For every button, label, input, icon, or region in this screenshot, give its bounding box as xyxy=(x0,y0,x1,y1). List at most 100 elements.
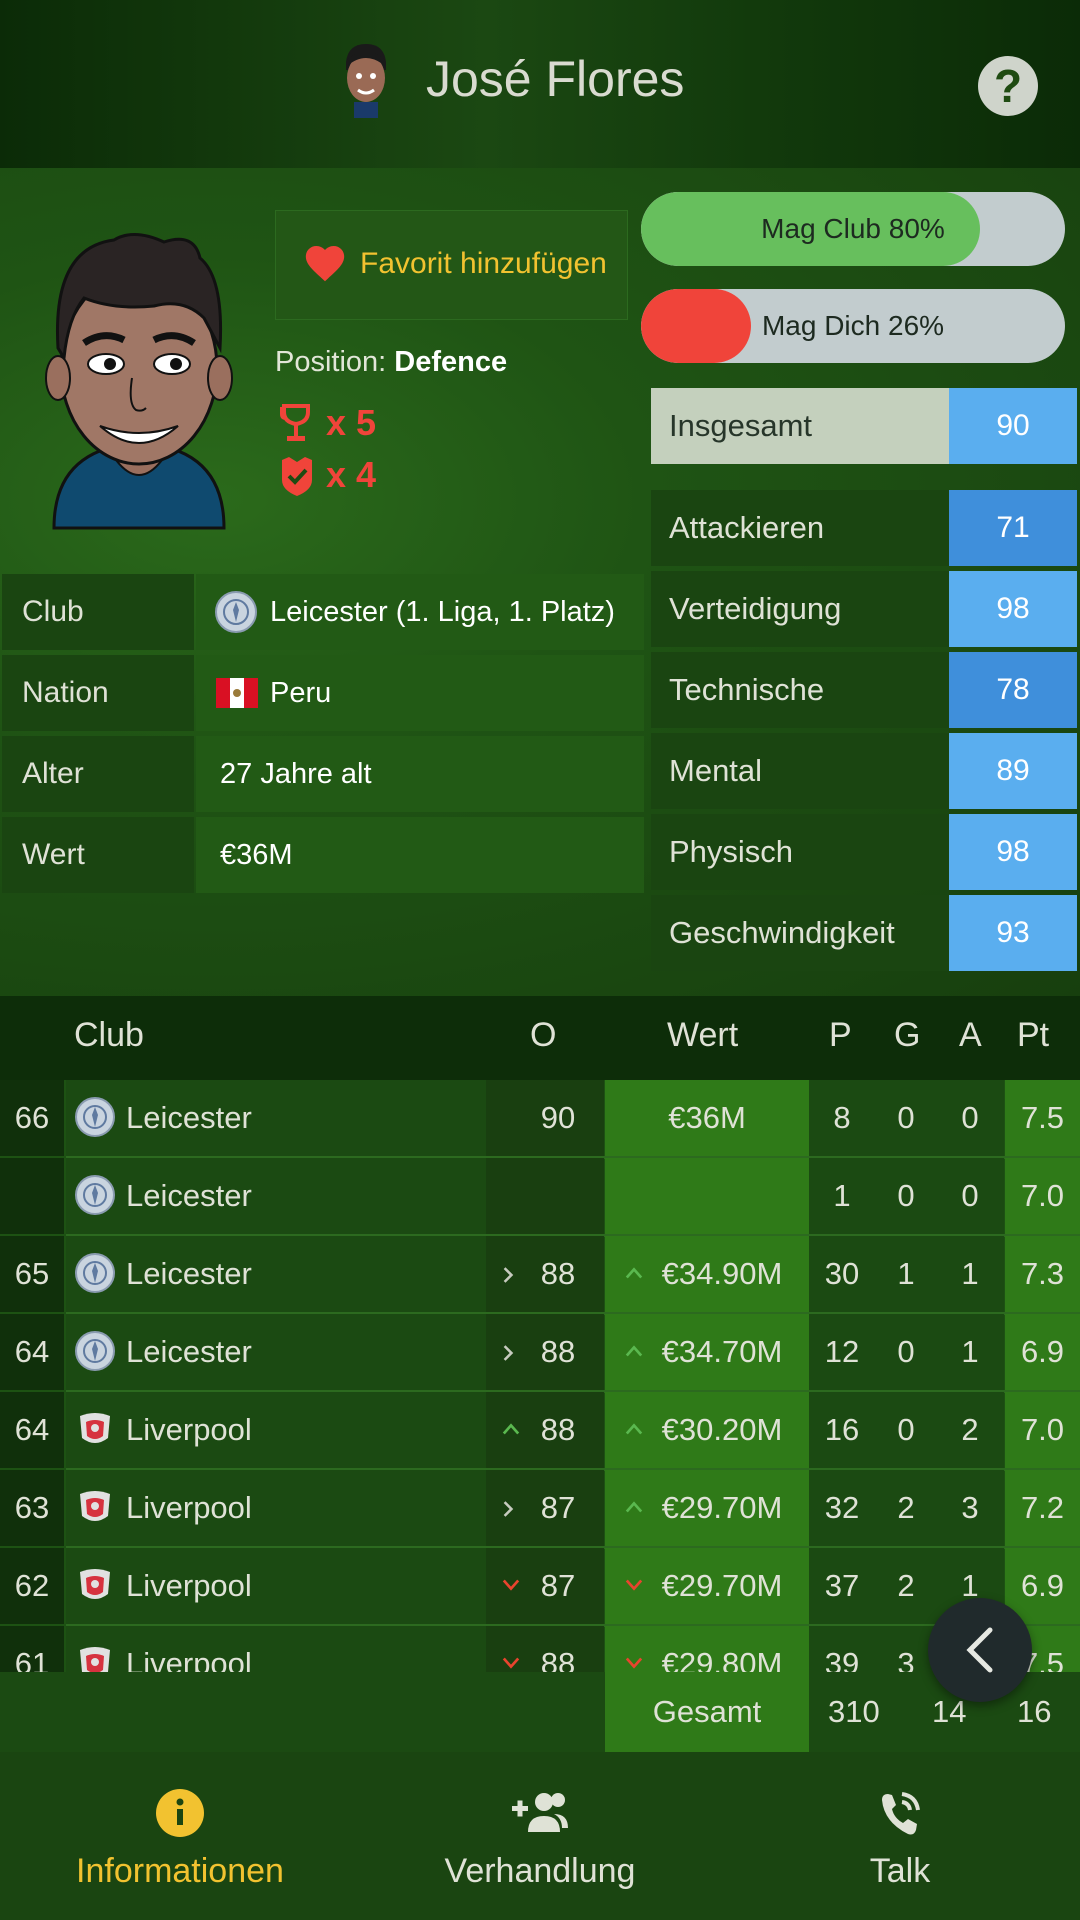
table-row[interactable]: 65 Leicester 88 €34.90M 30 1 1 7.3 xyxy=(0,1236,1080,1312)
stat-physical: Physisch 98 xyxy=(651,814,1077,890)
info-value-nation: Peru xyxy=(196,655,644,731)
stat-value: 71 xyxy=(949,490,1077,566)
row-points: 7.5 xyxy=(1005,1080,1080,1156)
row-season xyxy=(0,1158,64,1234)
row-overall: 88 xyxy=(540,1412,576,1447)
career-table[interactable]: Club O Wert P G A Pt 66 Leicester 90 €36M 8 0… xyxy=(0,996,1080,1752)
player-avatar xyxy=(45,233,233,530)
stat-label: Physisch xyxy=(651,814,949,890)
info-key: Nation xyxy=(2,655,194,731)
liverpool-crest-icon xyxy=(80,1413,110,1443)
row-stats-cell: 12 0 1 xyxy=(809,1314,1004,1390)
stat-label: Verteidigung xyxy=(651,571,949,647)
row-club-cell: Leicester xyxy=(66,1158,486,1234)
row-assists: 3 xyxy=(961,1490,979,1525)
info-value-age: 27 Jahre alt xyxy=(196,736,644,812)
info-row-age: Alter 27 Jahre alt xyxy=(2,736,644,812)
row-goals: 0 xyxy=(897,1178,915,1213)
row-club: Liverpool xyxy=(126,1568,252,1603)
col-value: Wert xyxy=(667,1016,739,1054)
row-goals: 0 xyxy=(897,1412,915,1447)
table-row[interactable]: 62 Liverpool 87 €29.70M 37 2 1 6.9 xyxy=(0,1548,1080,1624)
you-likes-bar: Mag Dich 26% xyxy=(641,289,1065,363)
nav-item-informationen[interactable]: Informationen xyxy=(0,1752,360,1920)
position-label: Position: xyxy=(275,346,387,378)
row-club-cell: Liverpool xyxy=(66,1470,486,1546)
row-points: 6.9 xyxy=(1005,1314,1080,1390)
row-value-cell: €34.90M xyxy=(605,1236,809,1312)
row-stats-cell: 8 0 0 xyxy=(809,1080,1004,1156)
row-club: Leicester xyxy=(126,1256,252,1291)
liverpool-crest-icon xyxy=(80,1491,110,1521)
leicester-crest-icon xyxy=(75,1175,115,1215)
row-overall: 88 xyxy=(540,1256,576,1291)
player-name-title: José Flores xyxy=(426,51,685,107)
value-trend-icon xyxy=(625,1344,643,1363)
table-row[interactable]: 64 Leicester 88 €34.70M 12 0 1 6.9 xyxy=(0,1314,1080,1390)
info-icon xyxy=(156,1789,204,1837)
row-overall-cell: 87 xyxy=(486,1548,604,1624)
trophies-count: x 5 xyxy=(326,402,377,443)
row-goals: 0 xyxy=(897,1100,915,1135)
value-trend-icon xyxy=(625,1422,643,1441)
col-points: Pt xyxy=(1017,1016,1050,1054)
header-bar: José Flores ? xyxy=(0,0,1080,168)
stat-label: Technische xyxy=(651,652,949,728)
player-avatar-small xyxy=(346,44,386,118)
row-overall: 90 xyxy=(540,1100,576,1135)
row-goals: 2 xyxy=(897,1490,915,1525)
col-assists: A xyxy=(959,1016,982,1054)
row-club-cell: Leicester xyxy=(66,1080,486,1156)
liverpool-crest-icon xyxy=(80,1569,110,1599)
stat-label: Insgesamt xyxy=(651,388,949,464)
table-row[interactable]: 63 Liverpool 87 €29.70M 32 2 3 7.2 xyxy=(0,1470,1080,1546)
nav-label: Verhandlung xyxy=(444,1852,636,1890)
overall-trend-icon xyxy=(502,1344,514,1367)
info-value-text: Peru xyxy=(270,677,332,709)
info-key: Club xyxy=(2,574,194,650)
info-row-nation: Nation Peru xyxy=(2,655,644,731)
stat-attack: Attackieren 71 xyxy=(651,490,1077,566)
info-value-worth: €36M xyxy=(196,817,644,893)
col-overall: O xyxy=(530,1016,557,1054)
overall-trend-icon xyxy=(502,1422,520,1441)
info-value-club[interactable]: Leicester (1. Liga, 1. Platz) xyxy=(196,574,644,650)
row-assists: 1 xyxy=(961,1256,979,1291)
chevron-left-icon xyxy=(966,1627,993,1673)
peru-flag-icon xyxy=(216,678,258,708)
club-likes-label: Mag Club 80% xyxy=(761,213,945,244)
row-club: Leicester xyxy=(126,1100,252,1135)
row-value: €30.20M xyxy=(661,1412,783,1447)
table-row[interactable]: Leicester 1 0 0 7.0 xyxy=(0,1158,1080,1234)
nav-item-talk[interactable]: Talk xyxy=(720,1752,1080,1920)
stat-value: 78 xyxy=(949,652,1077,728)
row-season: 63 xyxy=(0,1470,64,1546)
table-row[interactable]: 66 Leicester 90 €36M 8 0 0 7.5 xyxy=(0,1080,1080,1156)
row-played: 32 xyxy=(824,1490,860,1525)
nav-item-verhandlung[interactable]: Verhandlung xyxy=(360,1752,720,1920)
row-played: 1 xyxy=(833,1178,851,1213)
info-row-value: Wert €36M xyxy=(2,817,644,893)
nav-label: Talk xyxy=(869,1852,931,1890)
help-icon[interactable]: ? xyxy=(978,56,1038,116)
table-row[interactable]: 64 Liverpool 88 €30.20M 16 0 2 7.0 xyxy=(0,1392,1080,1468)
add-person-icon xyxy=(512,1793,568,1832)
stat-value: 98 xyxy=(949,571,1077,647)
row-assists: 1 xyxy=(961,1334,979,1369)
favorite-button[interactable]: Favorit hinzufügen xyxy=(275,210,628,320)
back-button[interactable] xyxy=(928,1598,1032,1702)
col-club: Club xyxy=(74,1016,144,1054)
heart-icon xyxy=(305,245,345,282)
row-assists: 0 xyxy=(961,1100,979,1135)
shields-count: x 4 xyxy=(326,454,377,495)
row-value-cell: €29.70M xyxy=(605,1470,809,1546)
row-value-cell: €34.70M xyxy=(605,1314,809,1390)
row-points: 7.0 xyxy=(1005,1392,1080,1468)
row-overall: 88 xyxy=(540,1334,576,1369)
row-club: Leicester xyxy=(126,1334,252,1369)
row-overall: 87 xyxy=(540,1490,576,1525)
row-value-cell xyxy=(605,1158,809,1234)
row-played: 37 xyxy=(824,1568,860,1603)
value-trend-icon xyxy=(625,1500,643,1519)
bottom-navigation: Informationen Verhandlung Talk xyxy=(0,1752,1080,1920)
